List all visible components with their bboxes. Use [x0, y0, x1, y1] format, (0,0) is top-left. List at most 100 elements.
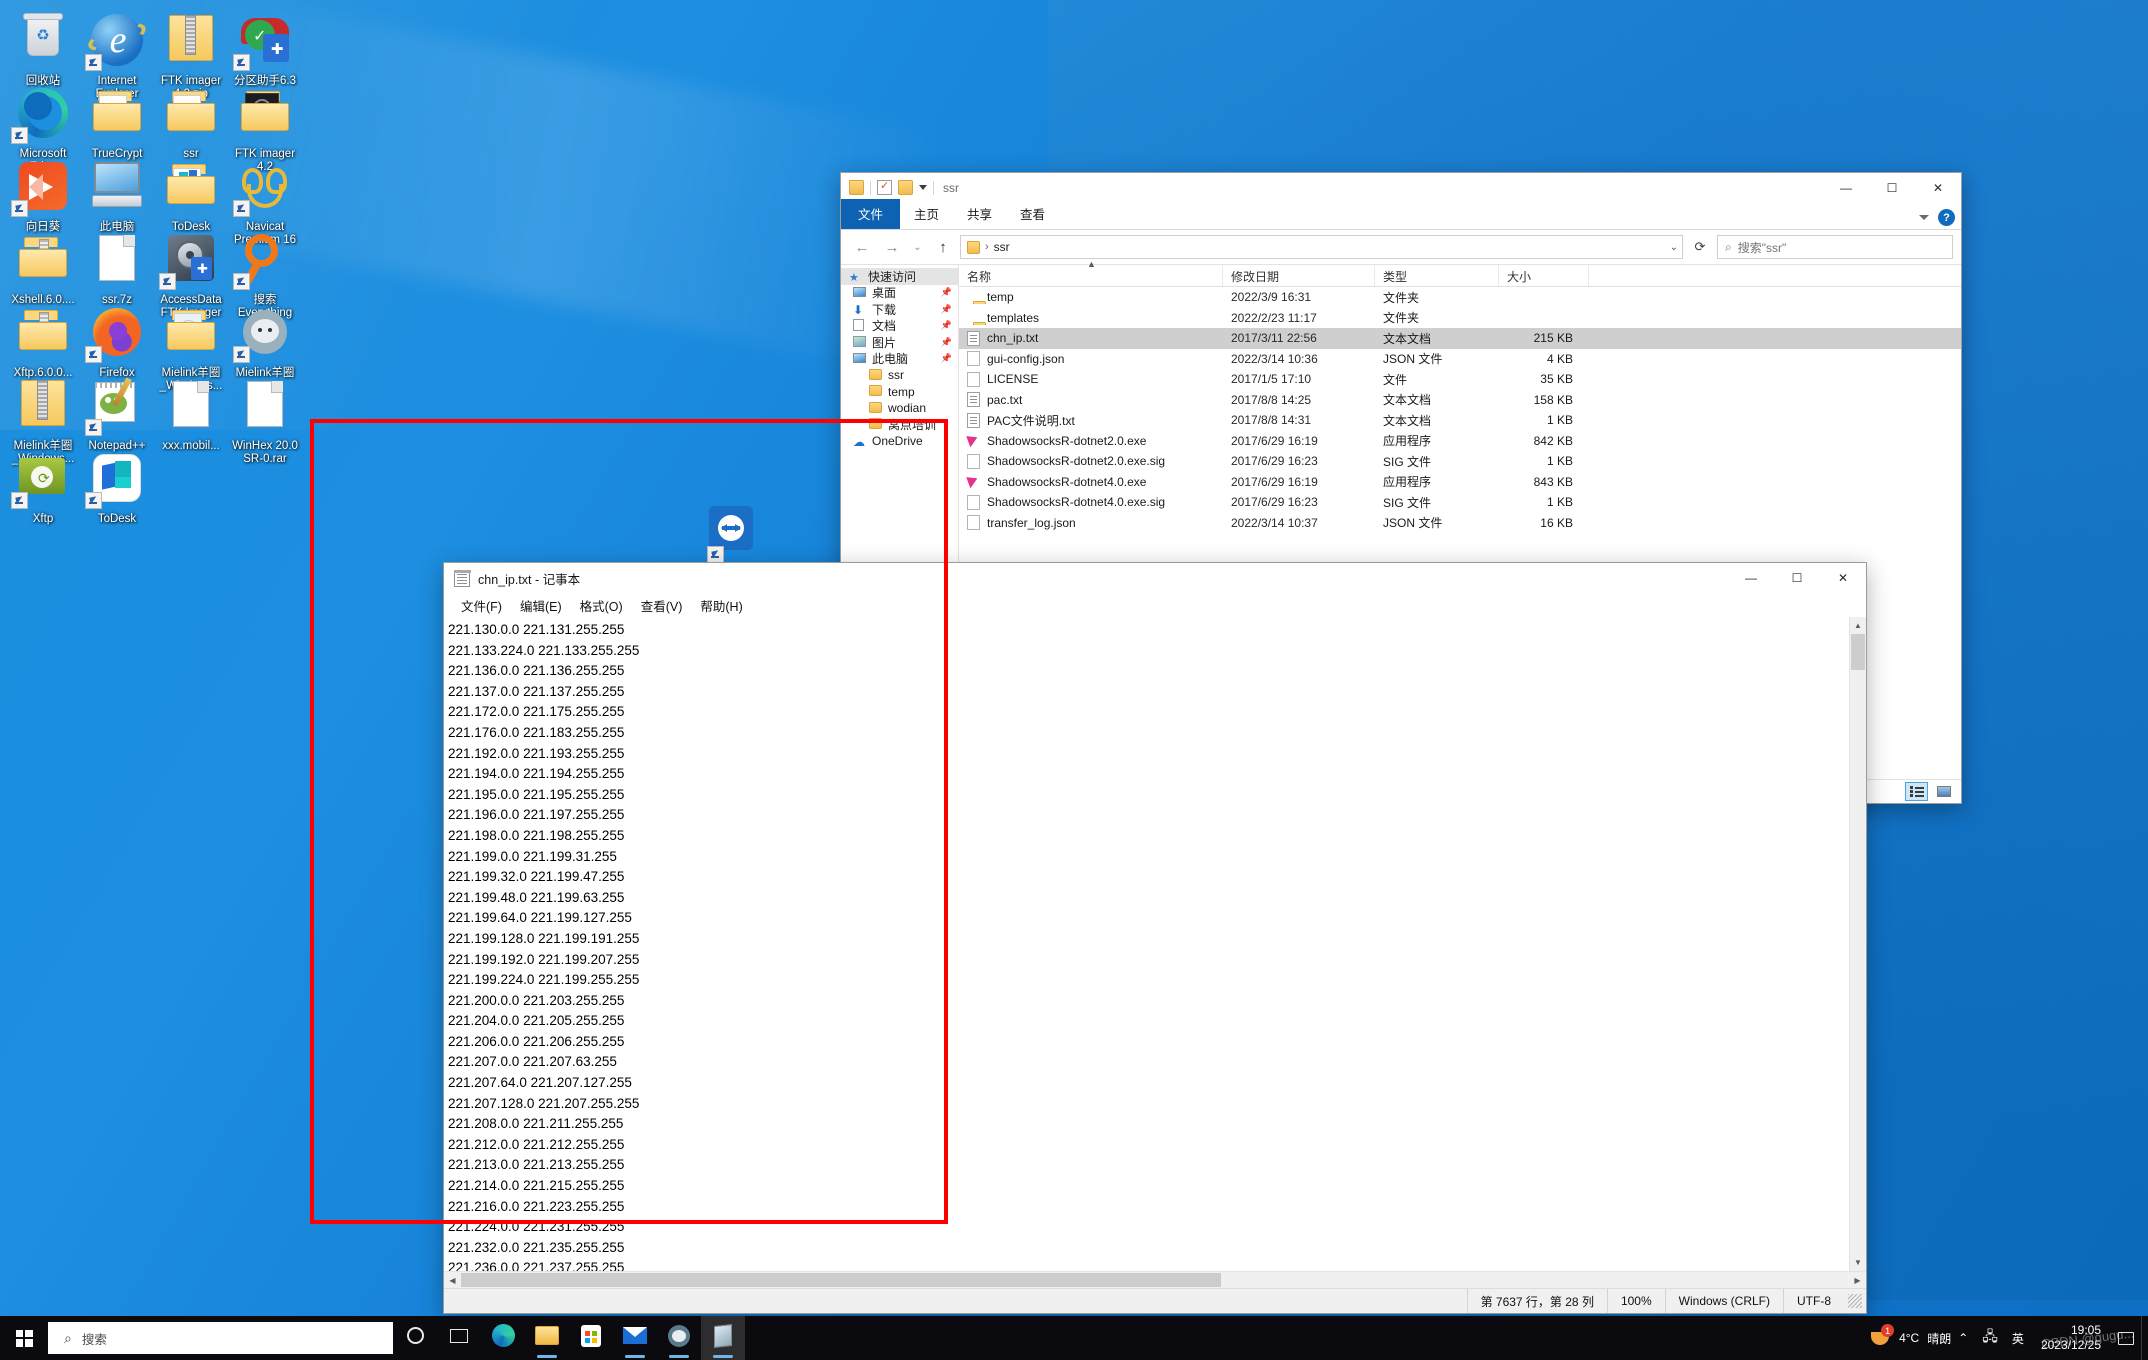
file-name-cell[interactable]: pac.txt: [959, 392, 1223, 408]
desktop-icon-folder-blue[interactable]: ToDesk: [153, 154, 229, 234]
taskbar-task-view[interactable]: [437, 1316, 481, 1360]
taskbar[interactable]: ⌕ 搜索 1 4°C 晴朗 ⌃ 🖧 英 19:05 2023/12/25: [0, 1316, 2148, 1360]
address-path-box[interactable]: › ssr ⌄: [960, 235, 1683, 259]
column-header-1[interactable]: 修改日期: [1223, 265, 1375, 286]
start-button[interactable]: [0, 1316, 48, 1360]
chevron-down-icon[interactable]: [1919, 215, 1929, 220]
address-dropdown-icon[interactable]: ⌄: [1670, 242, 1678, 253]
column-header-0[interactable]: 名称 ▲: [959, 259, 1223, 286]
nav-item-桌面[interactable]: 桌面 📌: [841, 285, 958, 302]
pin-icon[interactable]: 📌: [941, 287, 952, 298]
minimize-button[interactable]: —: [1728, 563, 1774, 592]
scroll-left-arrow[interactable]: ◀: [444, 1272, 461, 1288]
table-row[interactable]: ShadowsocksR-dotnet2.0.exe 2017/6/29 16:1…: [959, 431, 1961, 452]
table-row[interactable]: ShadowsocksR-dotnet2.0.exe.sig 2017/6/29 …: [959, 451, 1961, 472]
search-input[interactable]: ⌕ 搜索"ssr": [1717, 235, 1953, 259]
nav-item-temp[interactable]: temp: [841, 384, 958, 401]
file-name-cell[interactable]: chn_ip.txt: [959, 330, 1223, 346]
taskbar-microsoft-store[interactable]: [569, 1316, 613, 1360]
menu-item-3[interactable]: 查看(V): [632, 594, 692, 617]
desktop-icon-folder-zip[interactable]: Xshell.6.0....: [5, 227, 81, 307]
explorer-window-buttons[interactable]: — ☐ ✕: [1823, 173, 1961, 202]
ribbon-tab-1[interactable]: 主页: [900, 200, 953, 229]
ribbon-right-controls[interactable]: ?: [1919, 209, 1955, 226]
desktop-icon-firefox[interactable]: Firefox: [79, 300, 155, 380]
notepad-title-bar[interactable]: chn_ip.txt - 记事本 — ☐ ✕: [444, 563, 1866, 594]
recent-locations-button[interactable]: ⌄: [909, 235, 926, 259]
action-center-icon[interactable]: [2111, 1316, 2141, 1360]
desktop-icon-blank-doc[interactable]: ssr.7z: [79, 227, 155, 307]
pin-icon[interactable]: 📌: [941, 337, 952, 348]
forward-button[interactable]: →: [879, 235, 905, 259]
nav-item-此电脑[interactable]: 此电脑 📌: [841, 351, 958, 368]
minimize-button[interactable]: —: [1823, 173, 1869, 202]
folder-icon[interactable]: [849, 180, 864, 195]
table-row[interactable]: templates 2022/2/23 11:17 文件夹: [959, 308, 1961, 329]
desktop-icon-recycle-bin[interactable]: ♻ 回收站: [5, 8, 81, 88]
taskbar-mail[interactable]: [613, 1316, 657, 1360]
ime-indicator[interactable]: 英: [2005, 1316, 2031, 1360]
back-button[interactable]: ←: [849, 235, 875, 259]
column-header-3[interactable]: 大小: [1499, 265, 1589, 286]
file-name-cell[interactable]: LICENSE: [959, 371, 1223, 387]
explorer-ribbon-tabs[interactable]: 文件 主页 共享 查看 ?: [841, 199, 1961, 230]
horizontal-scrollbar[interactable]: ◀ ▶: [444, 1271, 1866, 1288]
file-name-cell[interactable]: templates: [959, 311, 1223, 325]
ribbon-tab-0[interactable]: 文件: [841, 199, 901, 229]
path-segment-ssr[interactable]: ssr: [994, 240, 1010, 254]
table-row[interactable]: temp 2022/3/9 16:31 文件夹: [959, 287, 1961, 308]
menu-item-1[interactable]: 编辑(E): [511, 594, 571, 617]
taskbar-file-explorer[interactable]: [525, 1316, 569, 1360]
desktop-icon-xftp[interactable]: ⟳ Xftp: [5, 446, 81, 526]
menu-item-0[interactable]: 文件(F): [452, 594, 511, 617]
explorer-address-bar[interactable]: ← → ⌄ ↑ › ssr ⌄ ⟳ ⌕ 搜索"ssr": [841, 230, 1961, 264]
desktop-icon-sunlogin[interactable]: 向日葵: [5, 154, 81, 234]
up-button[interactable]: ↑: [930, 235, 956, 259]
taskbar-microsoft-edge[interactable]: [481, 1316, 525, 1360]
new-folder-icon[interactable]: [898, 180, 913, 195]
file-name-cell[interactable]: gui-config.json: [959, 351, 1223, 367]
resize-grip[interactable]: [1848, 1294, 1862, 1308]
properties-icon[interactable]: [877, 179, 892, 195]
notepad-text-area[interactable]: 221.130.0.0 221.131.255.255 221.133.224.…: [444, 616, 1866, 1271]
nav-item-图片[interactable]: 图片 📌: [841, 334, 958, 351]
address-right-controls[interactable]: ⌄: [1670, 242, 1678, 253]
notepad-window-buttons[interactable]: — ☐ ✕: [1728, 563, 1866, 592]
table-row[interactable]: pac.txt 2017/8/8 14:25 文本文档 158 KB: [959, 390, 1961, 411]
file-name-cell[interactable]: ShadowsocksR-dotnet4.0.exe.sig: [959, 494, 1223, 510]
show-desktop-button[interactable]: [2141, 1316, 2148, 1360]
close-button[interactable]: ✕: [1915, 173, 1961, 202]
file-name-cell[interactable]: temp: [959, 290, 1223, 305]
pin-icon[interactable]: 📌: [941, 353, 952, 364]
pin-icon[interactable]: 📌: [941, 304, 952, 315]
desktop-icon-blank-doc[interactable]: WinHex 20.0 SR-0.rar: [227, 373, 303, 466]
scroll-up-arrow[interactable]: ▲: [1850, 617, 1866, 634]
taskbar-notepad[interactable]: [701, 1316, 745, 1360]
taskbar-app-buttons[interactable]: [393, 1316, 745, 1360]
taskbar-cortana[interactable]: [393, 1316, 437, 1360]
desktop-icon-partition-assistant[interactable]: ✓ ✚ 分区助手6.3: [227, 8, 303, 88]
system-tray[interactable]: 1 4°C 晴朗 ⌃ 🖧 英 19:05 2023/12/25: [1859, 1316, 2148, 1360]
table-row[interactable]: transfer_log.json 2022/3/14 10:37 JSON 文件 1…: [959, 513, 1961, 534]
large-icons-view-button[interactable]: [1932, 782, 1955, 801]
customize-caret-icon[interactable]: [919, 185, 927, 190]
desktop-icon-folder[interactable]: TrueCrypt: [79, 81, 155, 161]
hscroll-track[interactable]: [461, 1272, 1849, 1288]
desktop-icon-todesk[interactable]: ToDesk: [79, 446, 155, 526]
desktop-icon-blank-doc[interactable]: xxx.mobil...: [153, 373, 229, 453]
nav-item-窝点培训[interactable]: 窝点培训: [841, 417, 958, 434]
nav-item-快速访问[interactable]: ★ 快速访问: [841, 268, 958, 285]
nav-item-下载[interactable]: ⬇ 下载 📌: [841, 301, 958, 318]
pin-icon[interactable]: 📌: [941, 320, 952, 331]
tray-overflow-button[interactable]: ⌃: [1951, 1316, 1975, 1360]
column-headers[interactable]: 名称 ▲ 修改日期 类型 大小: [959, 259, 1961, 287]
table-row[interactable]: ShadowsocksR-dotnet4.0.exe 2017/6/29 16:1…: [959, 472, 1961, 493]
desktop-icon-folder-zip[interactable]: Xftp.6.0.0...: [5, 300, 81, 380]
taskbar-search-input[interactable]: ⌕ 搜索: [48, 1322, 393, 1354]
desktop-icon-sheep[interactable]: Mielink羊圈: [227, 300, 303, 380]
table-row[interactable]: gui-config.json 2022/3/14 10:36 JSON 文件 4 K…: [959, 349, 1961, 370]
table-row[interactable]: chn_ip.txt 2017/3/11 22:56 文本文档 215 KB: [959, 328, 1961, 349]
taskbar-mielink[interactable]: [657, 1316, 701, 1360]
maximize-button[interactable]: ☐: [1869, 173, 1915, 202]
file-name-cell[interactable]: PAC文件说明.txt: [959, 412, 1223, 429]
